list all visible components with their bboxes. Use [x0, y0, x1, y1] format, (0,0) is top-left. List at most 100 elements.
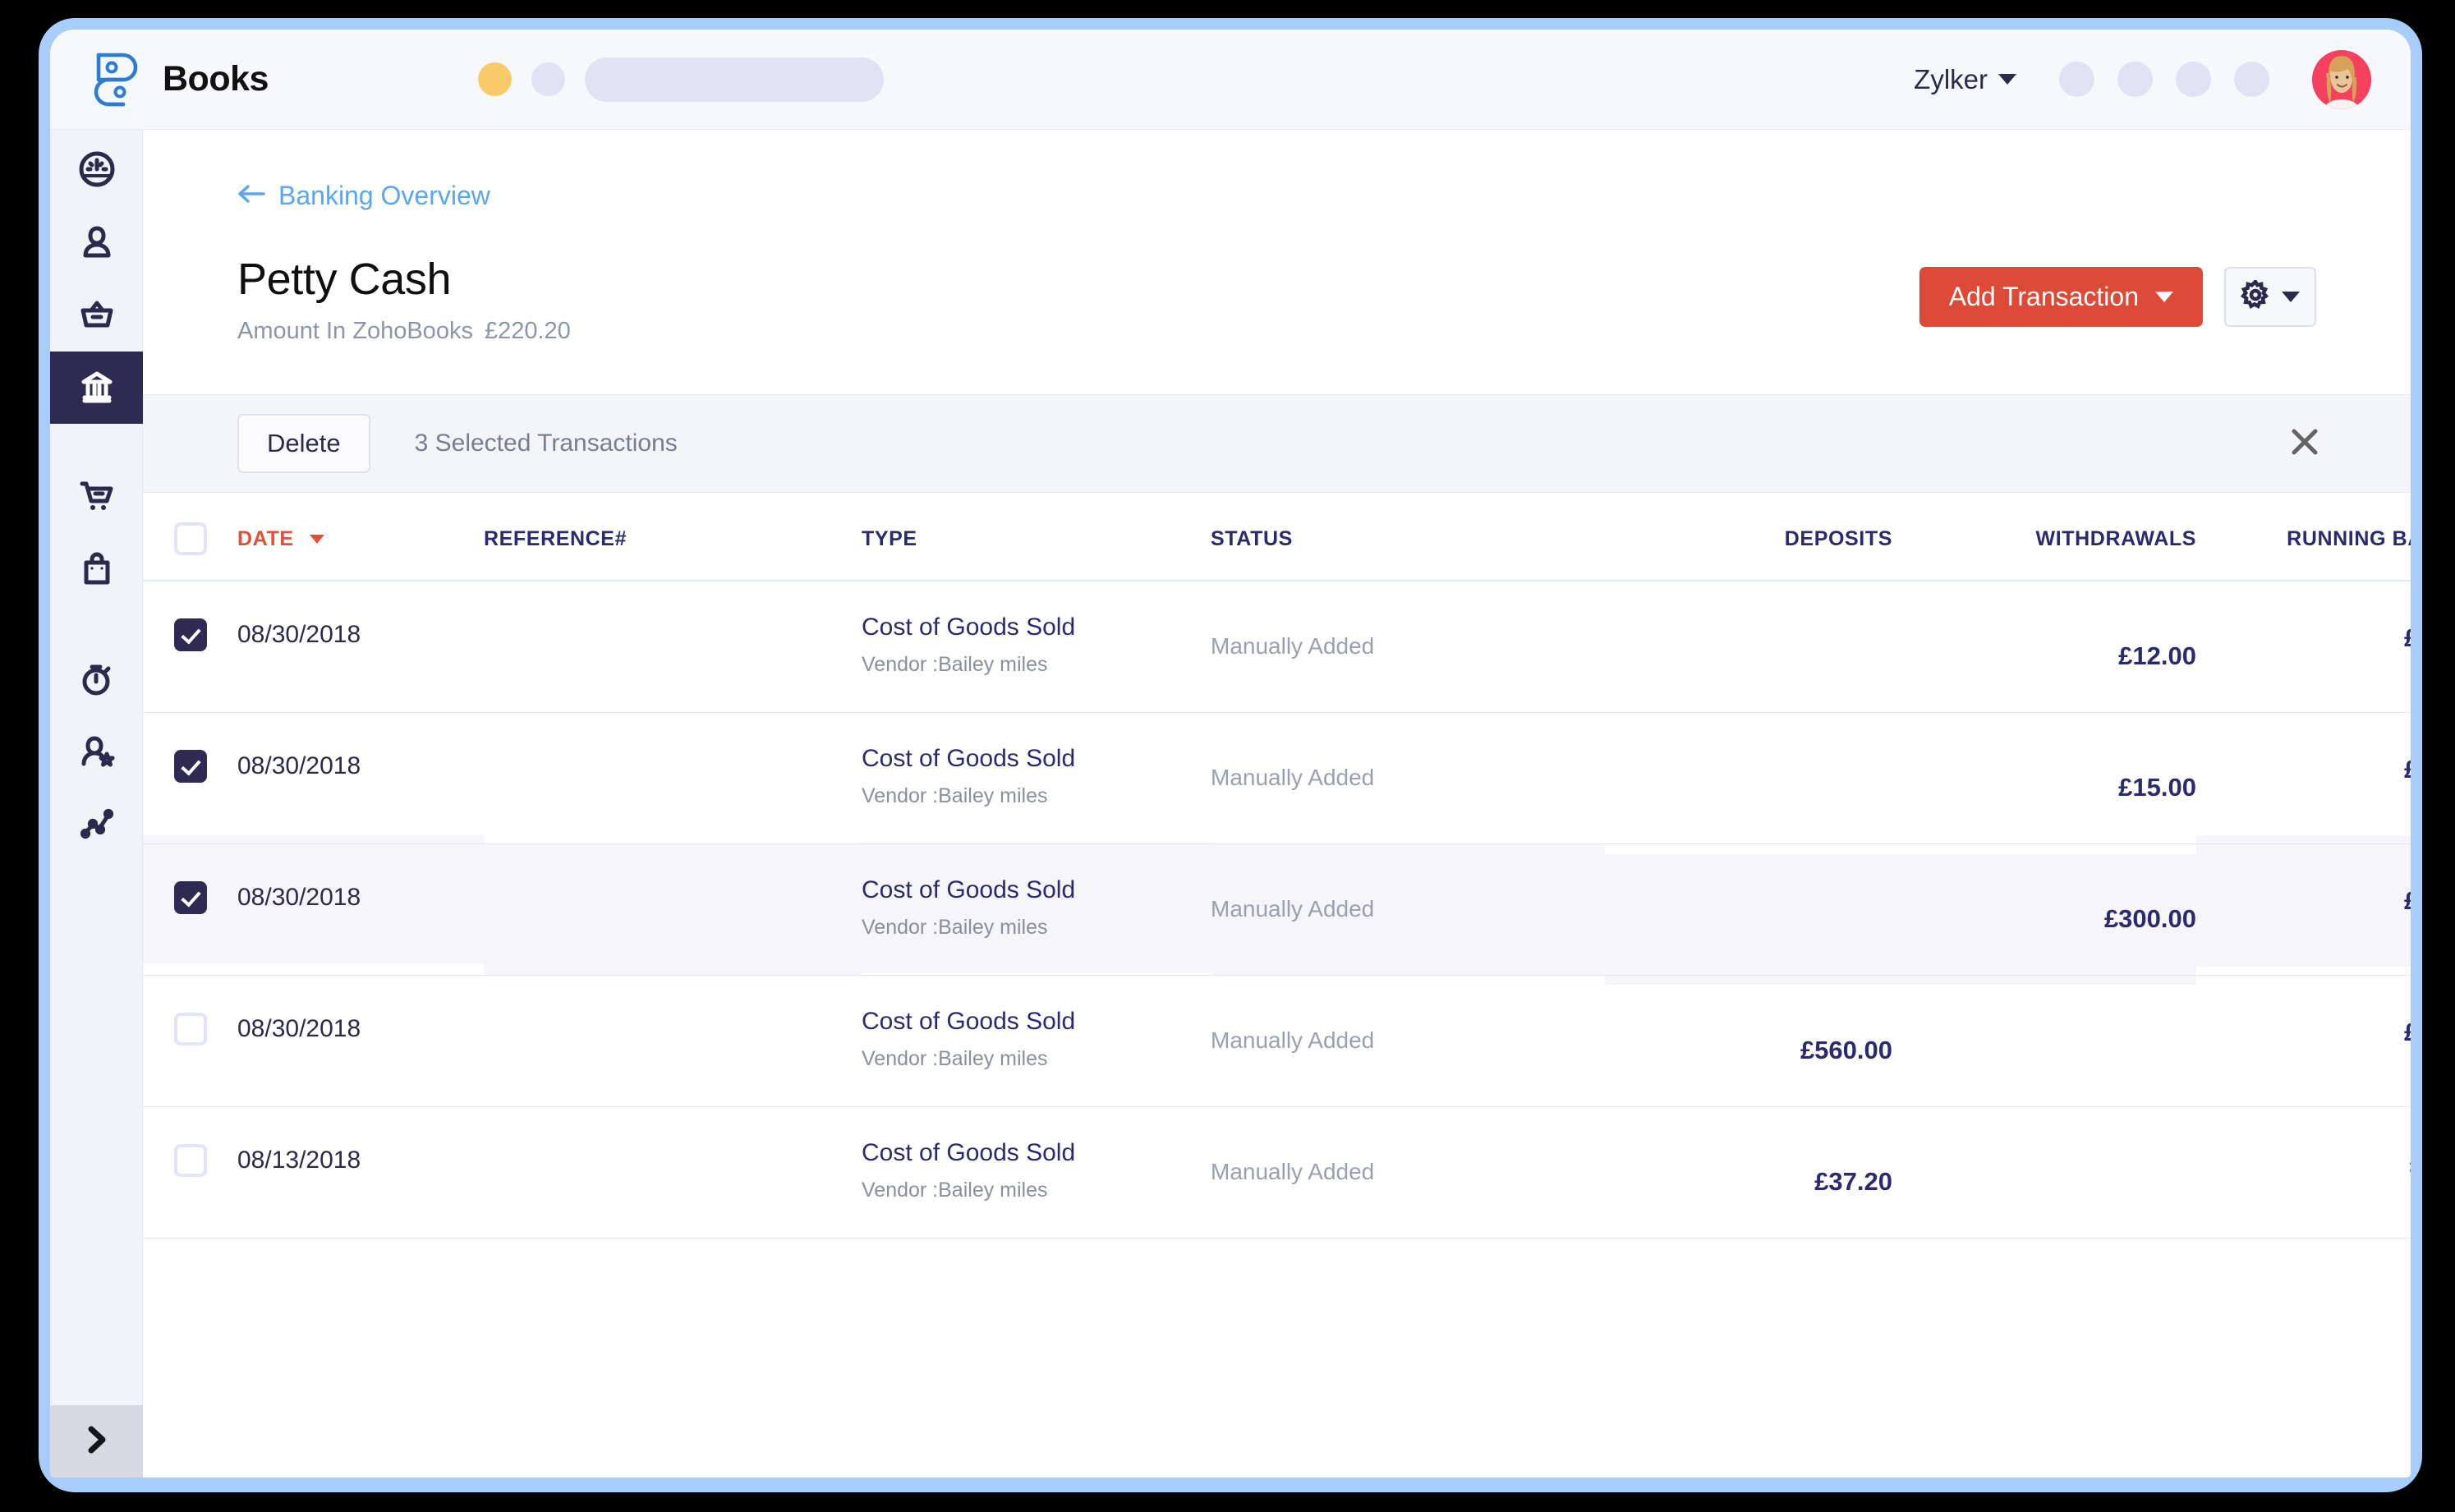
cell-deposit	[1605, 591, 1892, 722]
column-header-date-label: DATE	[237, 526, 294, 550]
chevron-right-icon	[80, 1422, 114, 1461]
gray-dot-placeholder[interactable]	[531, 62, 565, 96]
shopping-cart-icon	[77, 476, 117, 520]
transaction-type: Cost of Goods Sold	[862, 1138, 1076, 1166]
row-select-cell[interactable]	[143, 832, 237, 963]
row-select-cell[interactable]	[143, 1095, 237, 1226]
icon-placeholder-2[interactable]	[2117, 62, 2153, 97]
person-icon	[77, 222, 117, 265]
sidebar-item-banking[interactable]	[50, 352, 143, 424]
top-bar: Books Zylker	[50, 30, 2411, 130]
page-subtitle: Amount In ZohoBooks £220.20	[237, 318, 571, 345]
avatar[interactable]	[2312, 49, 2371, 109]
column-header-withdrawals[interactable]: WITHDRAWALS	[1892, 493, 2196, 581]
selection-action-bar: Delete 3 Selected Transactions	[143, 394, 2411, 493]
row-checkbox[interactable]	[173, 618, 207, 652]
cell-date: 08/30/2018	[237, 1015, 361, 1042]
column-header-type[interactable]: TYPE	[862, 493, 1211, 581]
row-checkbox[interactable]	[173, 881, 207, 914]
selected-count-label: 3 Selected Transactions	[414, 430, 678, 457]
transaction-vendor: Vendor :Bailey miles	[862, 784, 1048, 807]
column-header-deposits[interactable]: DEPOSITS	[1605, 493, 1892, 581]
cell-date: 08/30/2018	[237, 621, 361, 649]
sidebar	[50, 130, 143, 1478]
add-transaction-button[interactable]: Add Transaction	[1919, 267, 2203, 327]
books-logo-icon	[87, 50, 145, 109]
brand-logo-group[interactable]: Books	[87, 50, 269, 109]
icon-placeholder-4[interactable]	[2234, 62, 2269, 97]
sidebar-item-items[interactable]	[50, 279, 143, 352]
cell-running-balance: £-12.80	[2196, 1098, 2411, 1229]
breadcrumb[interactable]: Banking Overview	[237, 181, 490, 211]
shopping-bag-icon	[77, 549, 117, 592]
cell-date: 08/30/2018	[237, 884, 361, 911]
select-all-header[interactable]	[143, 493, 237, 581]
gear-icon	[2240, 278, 2270, 314]
close-selection-button[interactable]	[2279, 418, 2330, 469]
settings-dropdown-button[interactable]	[2224, 267, 2316, 327]
amount-value: £220.20	[484, 318, 571, 344]
cell-withdrawal	[1892, 985, 2196, 1116]
sidebar-item-accountant[interactable]	[50, 716, 143, 788]
cell-status: Manually Added	[1211, 765, 1375, 790]
sidebar-item-dashboard[interactable]	[50, 135, 143, 207]
cell-date: 08/13/2018	[237, 1147, 361, 1174]
topbar-placeholder-group	[477, 57, 884, 102]
icon-placeholder-3[interactable]	[2176, 62, 2211, 97]
transaction-vendor: Vendor :Bailey miles	[862, 652, 1048, 676]
cell-status: Manually Added	[1211, 1159, 1375, 1184]
column-header-reference[interactable]: REFERENCE#	[484, 493, 862, 581]
cell-running-balance: £232.20	[2196, 704, 2411, 835]
transaction-type: Cost of Goods Sold	[862, 744, 1076, 772]
sidebar-item-customers[interactable]	[50, 207, 143, 279]
sidebar-item-reports[interactable]	[50, 788, 143, 861]
brand-name: Books	[163, 59, 269, 99]
cell-reference	[484, 581, 862, 712]
sidebar-item-purchases[interactable]	[50, 534, 143, 606]
page-title-group: Petty Cash Amount In ZohoBooks £220.20	[237, 254, 571, 345]
cell-status: Manually Added	[1211, 896, 1375, 921]
delete-button[interactable]: Delete	[237, 414, 370, 473]
cell-withdrawal: £15.00	[2118, 773, 2196, 802]
cell-deposit	[1605, 853, 1892, 985]
dashboard-gauge-icon	[77, 149, 117, 193]
sidebar-item-sales[interactable]	[50, 462, 143, 534]
transaction-vendor: Vendor :Bailey miles	[862, 1178, 1048, 1202]
amount-label: Amount In ZohoBooks	[237, 318, 473, 344]
amber-dot-placeholder[interactable]	[477, 62, 512, 96]
chevron-down-icon	[1998, 74, 2016, 85]
select-all-checkbox[interactable]	[173, 522, 207, 555]
row-checkbox[interactable]	[173, 1144, 207, 1177]
row-select-cell[interactable]	[143, 963, 237, 1095]
cell-deposit	[1605, 722, 1892, 853]
row-checkbox[interactable]	[173, 1013, 207, 1046]
table-row[interactable]: 08/30/2018 Cost of Goods Sold Vendor :Bail…	[143, 975, 2411, 1106]
table-row[interactable]: 08/30/2018 Cost of Goods Sold Vendor :Bail…	[143, 843, 2411, 975]
sidebar-item-time-tracking[interactable]	[50, 644, 143, 716]
table-row[interactable]: 08/30/2018 Cost of Goods Sold Vendor :Bail…	[143, 581, 2411, 712]
cell-reference	[484, 1106, 862, 1238]
table-header-row: DATE REFERENCE# TYPE STATUS DEPOSITS WIT…	[143, 493, 2411, 581]
caret-down-icon	[310, 535, 325, 545]
column-header-date[interactable]: DATE	[237, 493, 484, 581]
person-star-icon	[77, 731, 117, 774]
cell-reference	[484, 712, 862, 843]
cell-type: Cost of Goods Sold Vendor :Bailey miles	[862, 842, 1211, 973]
column-header-running-balance[interactable]: RUNNING BALANCE	[2196, 493, 2411, 581]
icon-placeholder-1[interactable]	[2059, 62, 2094, 97]
column-header-status[interactable]: STATUS	[1211, 493, 1605, 581]
row-checkbox[interactable]	[173, 750, 207, 783]
org-switcher[interactable]: Zylker	[1914, 64, 2016, 95]
sidebar-toggle-button[interactable]	[50, 1405, 143, 1478]
cell-status: Manually Added	[1211, 633, 1375, 659]
transaction-type: Cost of Goods Sold	[862, 875, 1076, 903]
app-screen: Books Zylker Banking Overview Petty Cash…	[50, 30, 2411, 1478]
cell-running-balance: £247.20	[2196, 835, 2411, 967]
row-select-cell[interactable]	[143, 701, 237, 832]
cell-deposit: £560.00	[1800, 1036, 1892, 1064]
table-row[interactable]: 08/30/2018 Cost of Goods Sold Vendor :Bail…	[143, 712, 2411, 843]
cell-type: Cost of Goods Sold Vendor :Bailey miles	[862, 1105, 1211, 1236]
search-bar-placeholder[interactable]	[584, 57, 884, 102]
table-row[interactable]: 08/13/2018 Cost of Goods Sold Vendor :Bail…	[143, 1106, 2411, 1238]
row-select-cell[interactable]	[143, 569, 237, 701]
